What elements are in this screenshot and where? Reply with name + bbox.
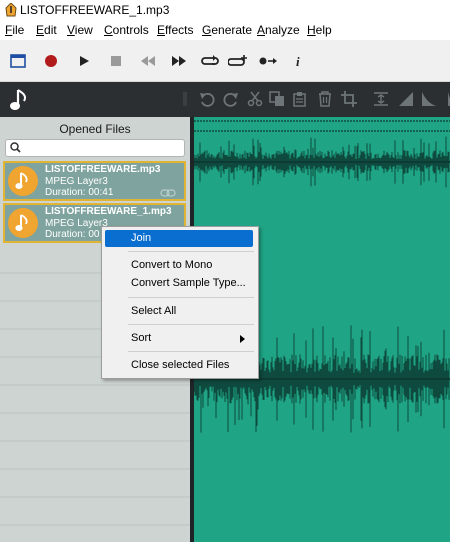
- play-icon: [80, 56, 89, 66]
- fade-in-icon: [399, 92, 413, 106]
- panel-icon: [10, 54, 26, 68]
- svg-text:i: i: [296, 54, 300, 68]
- context-menu: Join Convert to Mono Convert Sample Type…: [101, 226, 259, 379]
- menu-edit[interactable]: Edit: [36, 23, 57, 37]
- menu-analyze[interactable]: Analyze: [257, 23, 300, 37]
- menu-item-join[interactable]: Join: [105, 230, 253, 247]
- loop-icon: [201, 55, 219, 65]
- file-name: LISTOFFREEWARE.mp3: [45, 164, 161, 175]
- play-button[interactable]: [73, 50, 95, 72]
- loop-button[interactable]: [199, 50, 221, 72]
- join-label: Join: [131, 232, 152, 244]
- music-note-icon: [9, 88, 31, 112]
- redo-icon: [223, 92, 238, 107]
- fast-forward-icon: [172, 56, 186, 66]
- menu-effects[interactable]: Effects: [157, 23, 193, 37]
- menu-separator: [128, 297, 254, 298]
- scissors-icon: [247, 91, 263, 107]
- menu-view[interactable]: View: [67, 23, 93, 37]
- menu-separator: [128, 251, 254, 252]
- normalize-button[interactable]: [372, 90, 390, 108]
- rewind-button[interactable]: [137, 50, 159, 72]
- toggle-panel-button[interactable]: [7, 50, 29, 72]
- audio-file-icon: [8, 208, 38, 238]
- menu-help[interactable]: Help: [307, 23, 332, 37]
- paste-icon: [293, 92, 306, 107]
- undo-button[interactable]: [198, 90, 216, 108]
- copy-button[interactable]: [268, 90, 286, 108]
- trash-icon: [319, 91, 331, 107]
- stop-button[interactable]: [105, 50, 127, 72]
- normalize-icon: [374, 92, 388, 106]
- loop-selection-button[interactable]: [227, 50, 249, 72]
- fade-in-button[interactable]: [397, 90, 415, 108]
- record-button[interactable]: [40, 50, 62, 72]
- panel-title: Opened Files: [59, 122, 131, 136]
- file-name: LISTOFFREEWARE_1.mp3: [45, 206, 172, 217]
- menu-separator: [128, 351, 254, 352]
- fade-out-icon: [422, 92, 436, 106]
- cut-button[interactable]: [246, 90, 264, 108]
- convert-sample-label: Convert Sample Type...: [131, 277, 246, 289]
- grip-handle: [176, 90, 194, 108]
- menu-item-convert-sample-type[interactable]: Convert Sample Type...: [105, 275, 253, 292]
- loop-plus-icon: [228, 55, 247, 66]
- stop-icon: [111, 56, 121, 66]
- menu-generate[interactable]: Generate: [202, 23, 252, 37]
- menu-controls[interactable]: Controls: [104, 23, 149, 37]
- menu-file[interactable]: File: [5, 23, 24, 37]
- menu-separator: [128, 324, 254, 325]
- info-icon: i: [296, 54, 300, 68]
- select-all-label: Select All: [131, 305, 177, 317]
- close-files-label: Close selected Files: [131, 359, 230, 371]
- submenu-arrow-icon: [240, 335, 245, 343]
- more-tools-button[interactable]: [442, 90, 450, 108]
- redo-button[interactable]: [222, 90, 240, 108]
- file-search-input[interactable]: [5, 139, 185, 157]
- audio-file-icon: [8, 166, 38, 196]
- delete-button[interactable]: [316, 90, 334, 108]
- sort-label: Sort: [131, 332, 152, 344]
- file-list-item[interactable]: LISTOFFREEWARE.mp3 MPEG Layer3 Duration:…: [3, 161, 186, 201]
- menu-item-close-selected-files[interactable]: Close selected Files: [105, 357, 253, 374]
- rewind-icon: [141, 56, 155, 66]
- menu-item-select-all[interactable]: Select All: [105, 303, 253, 320]
- record-icon: [45, 55, 57, 67]
- skip-to-marker-button[interactable]: [257, 50, 279, 72]
- transport-toolbar: i: [0, 40, 450, 82]
- file-format: MPEG Layer3: [45, 218, 108, 229]
- app-icon: [5, 3, 17, 17]
- menu-item-sort[interactable]: Sort: [105, 330, 253, 347]
- edit-toolbar: [0, 82, 450, 117]
- fast-forward-button[interactable]: [168, 50, 190, 72]
- marker-skip-icon: [259, 57, 277, 65]
- file-format: MPEG Layer3: [45, 176, 108, 187]
- copy-icon: [269, 91, 284, 106]
- info-button[interactable]: i: [287, 50, 309, 72]
- window-title: LISTOFFREEWARE_1.mp3: [20, 3, 170, 17]
- convert-mono-label: Convert to Mono: [131, 259, 213, 271]
- file-duration: Duration: 00: [45, 229, 100, 240]
- title-bar: LISTOFFREEWARE_1.mp3: [0, 0, 450, 20]
- fade-out-button[interactable]: [420, 90, 438, 108]
- crop-icon: [341, 91, 357, 107]
- undo-icon: [200, 92, 215, 107]
- search-icon: [10, 142, 21, 153]
- menu-item-convert-to-mono[interactable]: Convert to Mono: [105, 257, 253, 274]
- paste-button[interactable]: [291, 90, 309, 108]
- menu-bar: File Edit View Controls Effects Generate…: [0, 20, 450, 39]
- link-icon: [160, 189, 176, 197]
- file-duration: Duration: 00:41: [45, 187, 114, 198]
- crop-button[interactable]: [340, 90, 358, 108]
